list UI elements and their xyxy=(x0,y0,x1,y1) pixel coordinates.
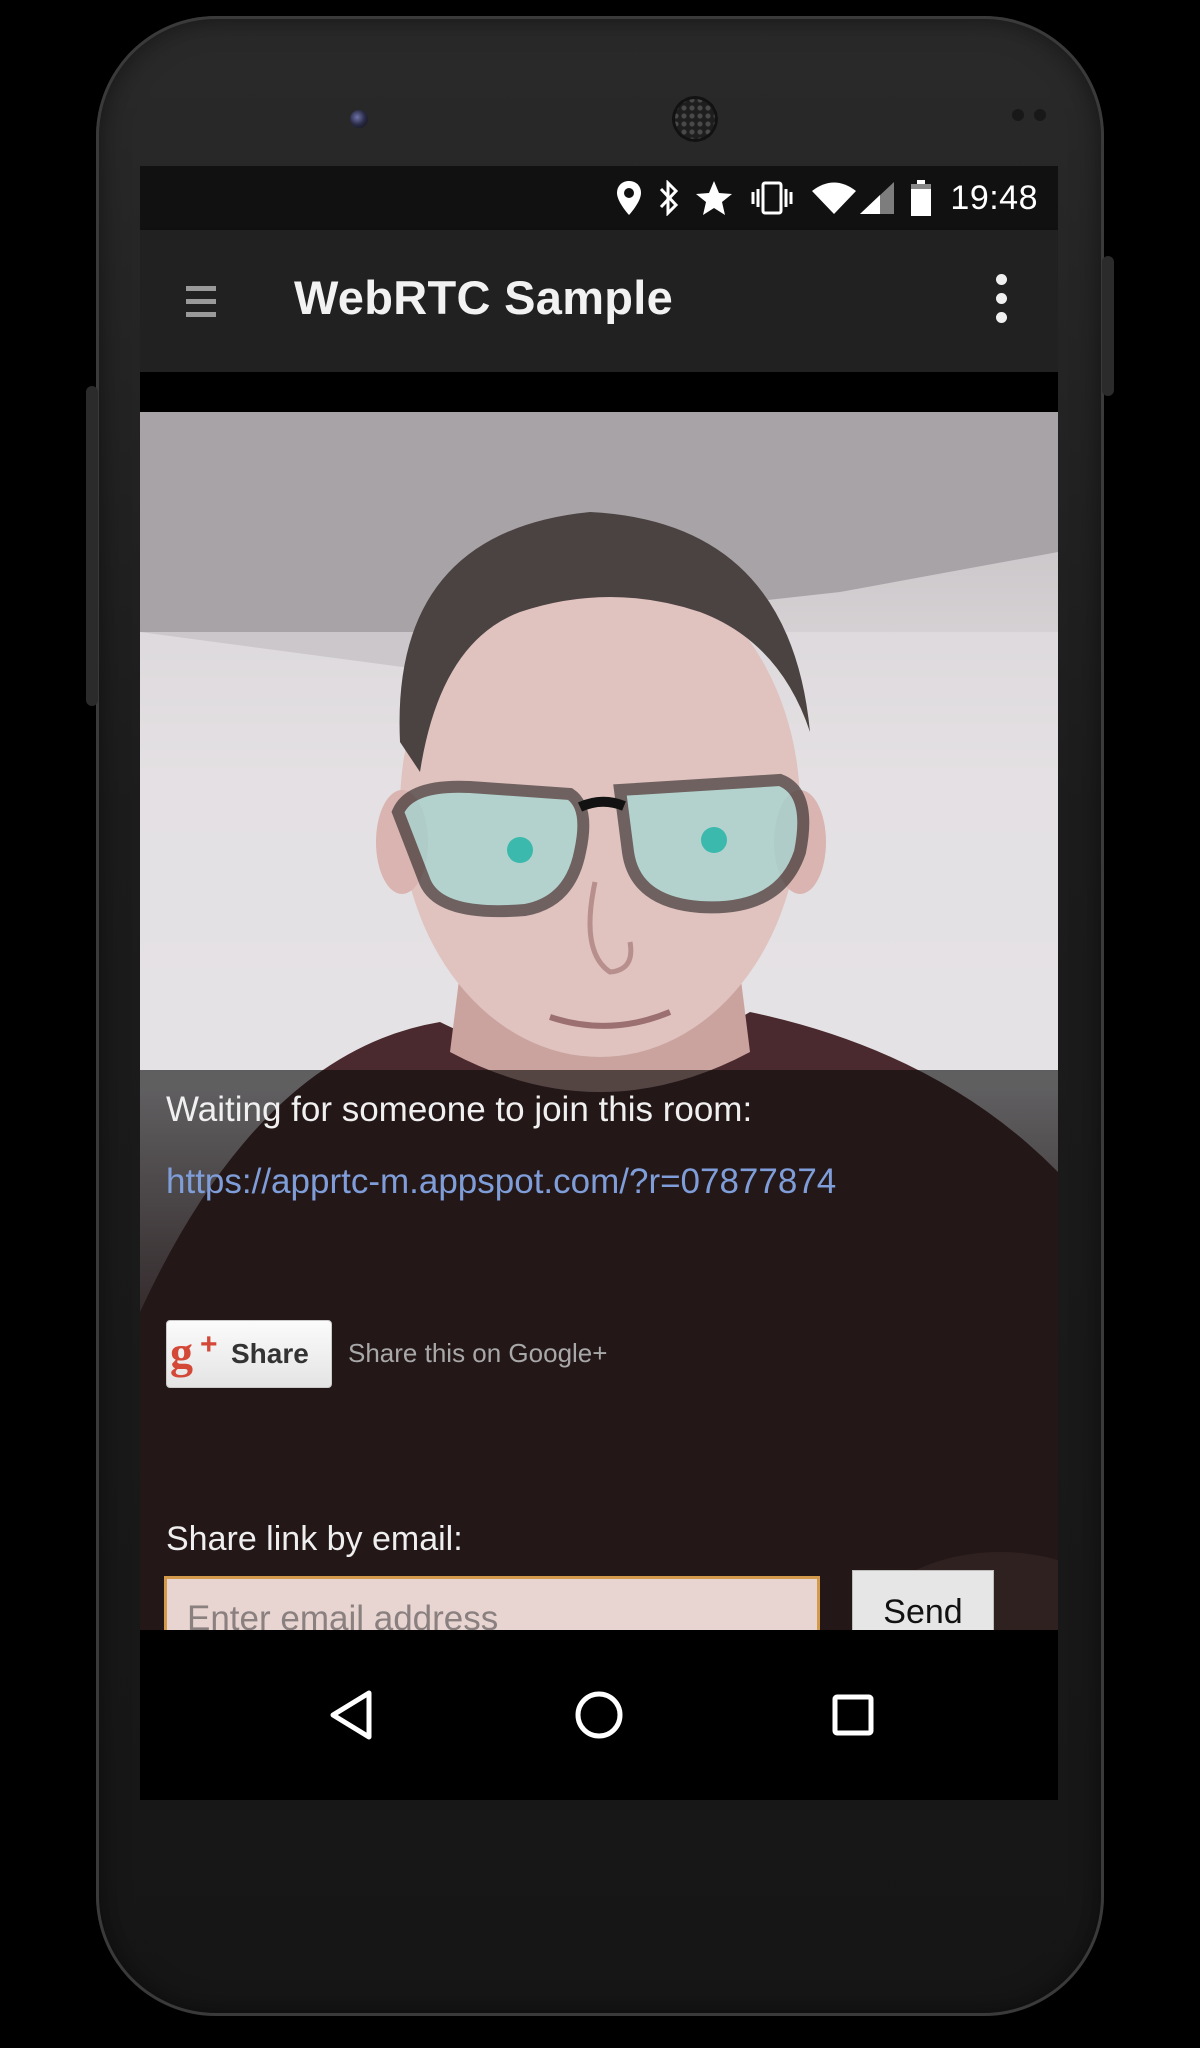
navigation-bar xyxy=(140,1630,1058,1800)
earpiece-speaker xyxy=(672,96,718,142)
battery-icon xyxy=(910,180,932,216)
google-plus-share-button[interactable]: g + Share xyxy=(166,1320,332,1388)
vibrate-icon xyxy=(748,181,796,215)
hamburger-menu-icon[interactable] xyxy=(186,286,216,320)
home-icon[interactable] xyxy=(554,1670,644,1760)
back-icon[interactable] xyxy=(306,1670,396,1760)
power-button xyxy=(1102,256,1114,396)
recents-icon[interactable] xyxy=(808,1670,898,1760)
location-icon xyxy=(616,181,642,215)
phone-screen: 19:48 WebRTC Sample Waiting for someone … xyxy=(140,166,1058,1800)
google-plus-share-label: Share xyxy=(231,1338,309,1369)
svg-text:+: + xyxy=(200,1328,218,1361)
local-video xyxy=(140,412,1058,1642)
action-bar: WebRTC Sample xyxy=(140,230,1058,372)
waiting-message: Waiting for someone to join this room: xyxy=(166,1090,753,1129)
proximity-sensors xyxy=(1012,108,1060,122)
svg-text:g: g xyxy=(170,1328,193,1378)
room-link[interactable]: https://apprtc-m.appspot.com/?r=07877874 xyxy=(166,1162,836,1202)
google-plus-icon: g + xyxy=(167,1323,229,1385)
status-time: 19:48 xyxy=(950,178,1038,217)
star-icon xyxy=(696,181,733,215)
email-share-label: Share link by email: xyxy=(166,1520,463,1558)
wifi-icon xyxy=(812,182,857,214)
google-plus-caption: Share this on Google+ xyxy=(348,1338,608,1368)
front-camera xyxy=(350,110,368,128)
page-content: Waiting for someone to join this room: h… xyxy=(140,372,1058,1800)
app-title: WebRTC Sample xyxy=(294,271,674,324)
bluetooth-icon xyxy=(658,180,680,216)
status-bar: 19:48 xyxy=(140,166,1058,230)
cell-signal-icon xyxy=(860,182,895,214)
overflow-menu-icon[interactable] xyxy=(994,274,1008,330)
volume-button xyxy=(86,386,98,706)
